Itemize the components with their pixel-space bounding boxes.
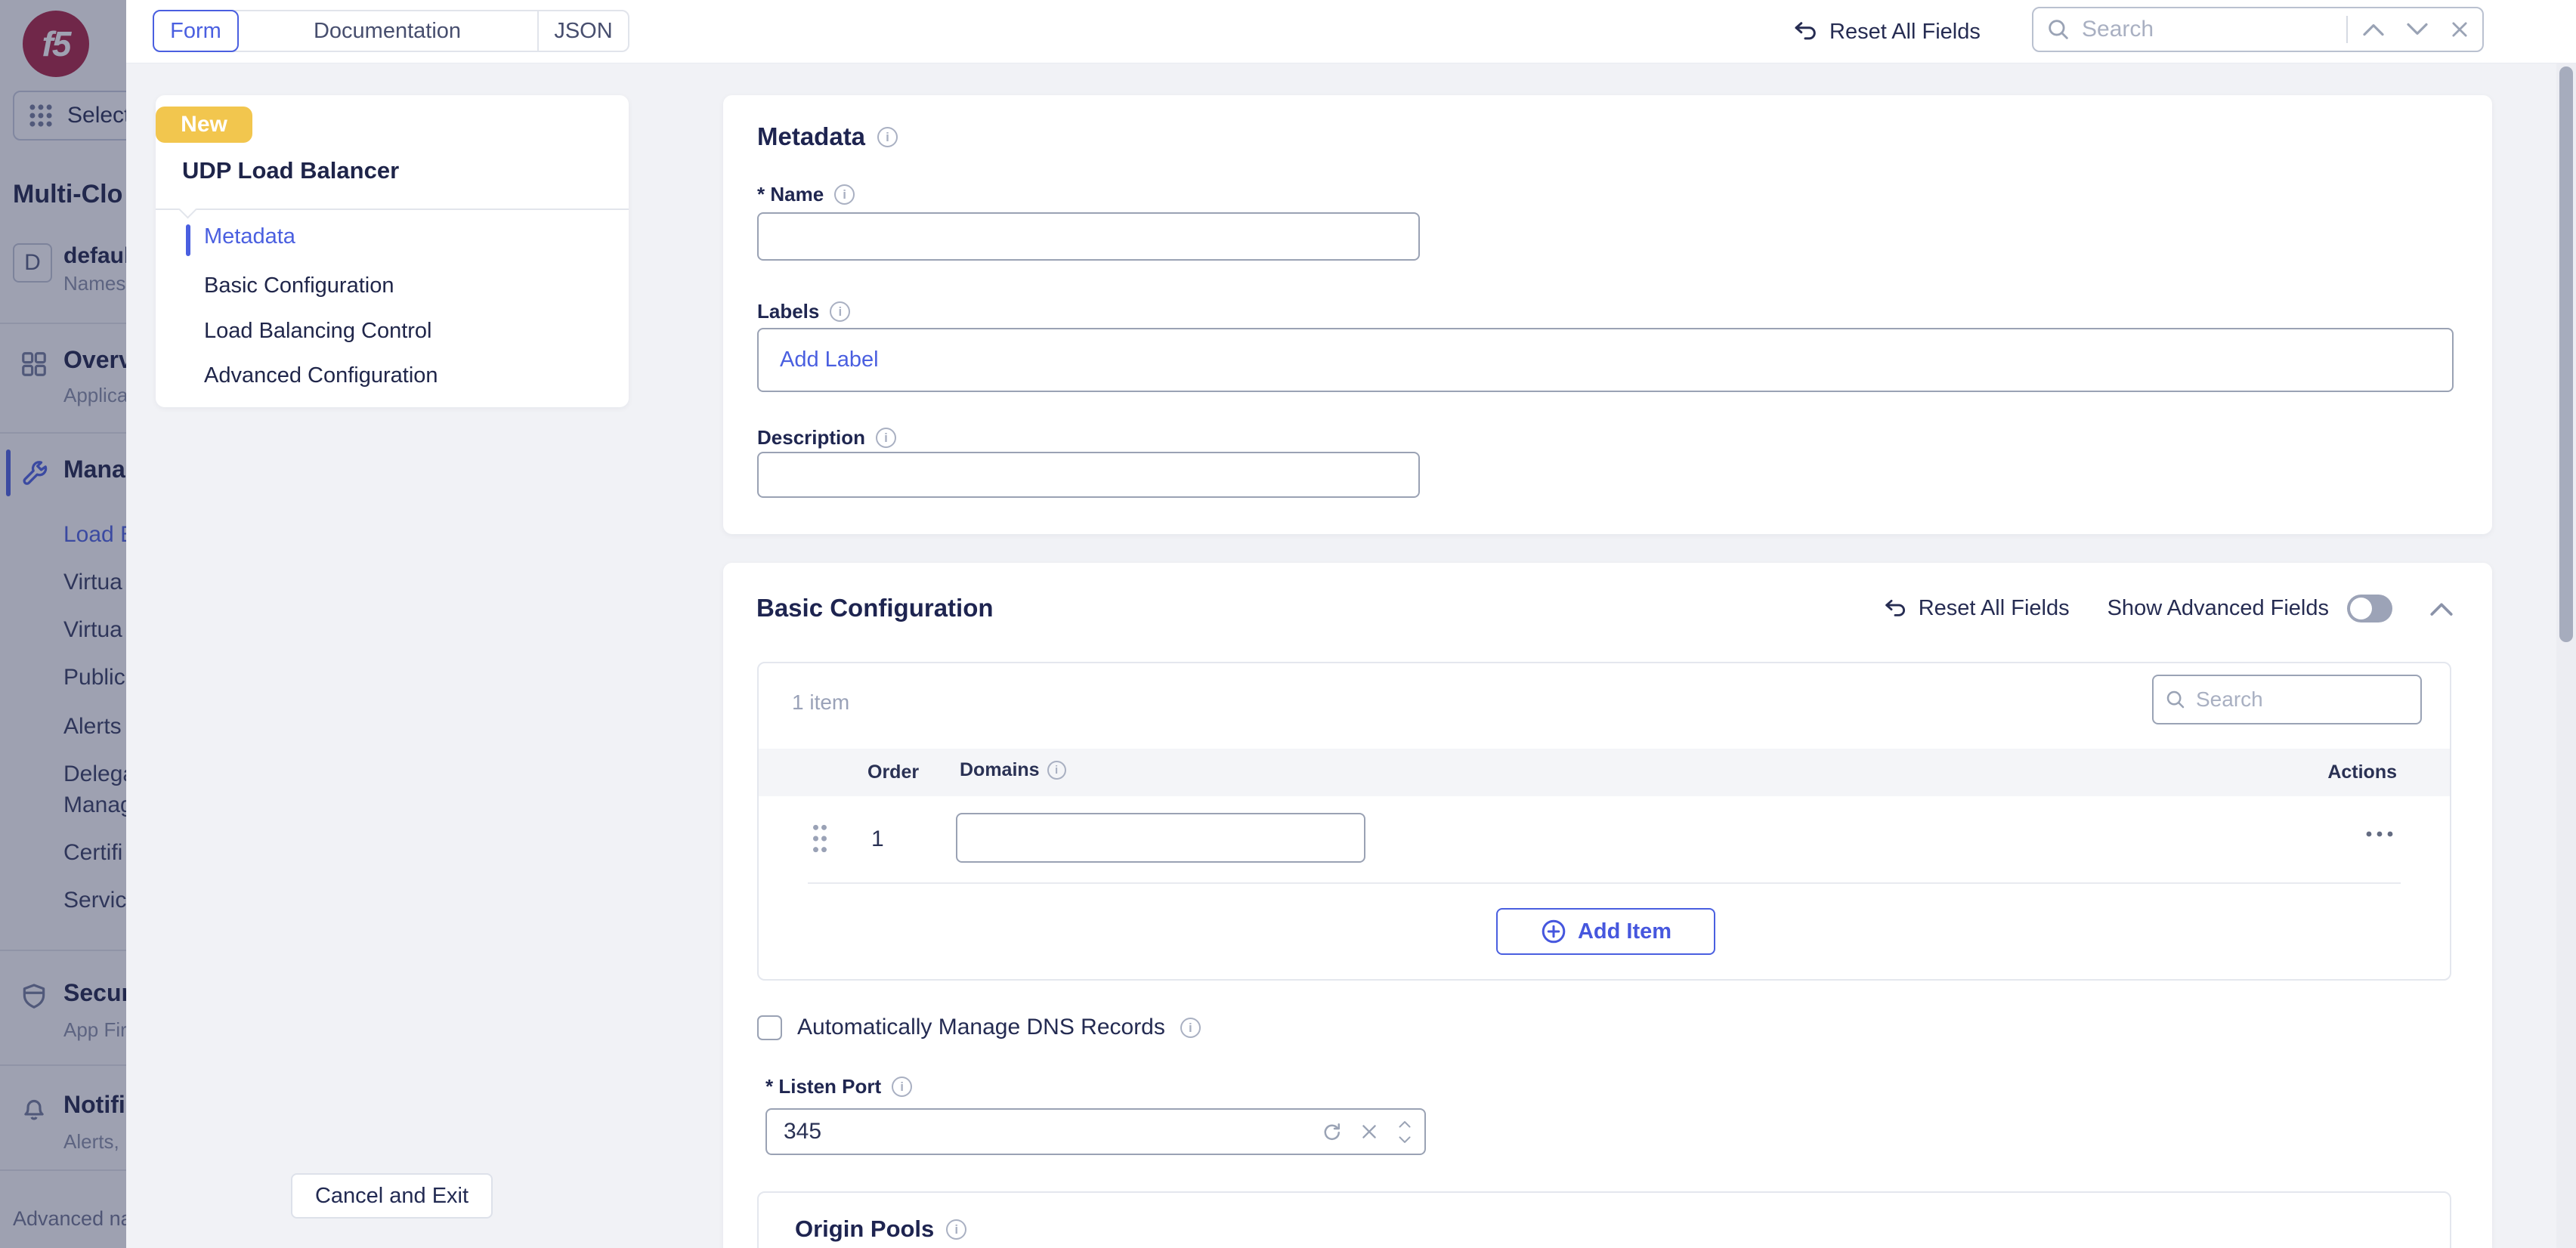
page-scrollbar-thumb[interactable]	[2559, 66, 2573, 642]
row-actions-menu-icon[interactable]	[2364, 829, 2395, 839]
origin-pools-panel: Origin Pools i	[757, 1191, 2451, 1248]
description-info-icon[interactable]: i	[876, 428, 896, 448]
add-item-button[interactable]: Add Item	[1496, 908, 1715, 955]
wizard-panel: New UDP Load Balancer Metadata Basic Con…	[156, 95, 629, 407]
metadata-section-title: Metadata	[757, 122, 865, 151]
undo-icon	[1882, 596, 1908, 622]
domains-items-panel: 1 item Order Domains i Actions	[757, 662, 2451, 981]
page-scrollbar-track[interactable]	[2556, 63, 2576, 1248]
manage-dns-info-icon[interactable]: i	[1180, 1018, 1201, 1038]
description-input[interactable]	[757, 452, 1420, 498]
stepper-up-icon[interactable]	[1396, 1119, 1414, 1129]
show-advanced-fields-toggle[interactable]	[2347, 595, 2392, 622]
wizard-step-metadata[interactable]: Metadata	[204, 224, 295, 249]
name-input[interactable]	[757, 212, 1420, 261]
plus-circle-icon	[1540, 918, 1567, 945]
item-count-label: 1 item	[792, 690, 849, 715]
search-clear-x-icon[interactable]	[2449, 19, 2470, 40]
metadata-info-icon[interactable]: i	[877, 127, 898, 147]
drag-handle-icon[interactable]	[810, 822, 830, 855]
manage-dns-label: Automatically Manage DNS Records	[797, 1015, 1165, 1040]
clear-value-x-icon[interactable]	[1359, 1122, 1379, 1141]
cancel-and-exit-button[interactable]: Cancel and Exit	[291, 1173, 493, 1219]
search-icon	[2164, 688, 2187, 711]
labels-input[interactable]: Add Label	[757, 328, 2454, 392]
section-reset-all-fields-button[interactable]: Reset All Fields	[1882, 596, 2070, 622]
domain-input[interactable]	[956, 813, 1365, 863]
metadata-section: Metadata i * Name i Labels i Add Label D…	[723, 95, 2492, 534]
listen-port-info-icon[interactable]: i	[892, 1077, 912, 1097]
column-order: Order	[867, 761, 919, 783]
toggle-knob	[2350, 598, 2372, 619]
wizard-divider	[156, 209, 629, 210]
wizard-title: UDP Load Balancer	[182, 157, 399, 184]
tab-form[interactable]: Form	[153, 10, 239, 52]
search-divider	[2346, 16, 2348, 43]
column-domains: Domains	[960, 759, 1040, 781]
domains-search-input[interactable]	[2196, 687, 2410, 712]
column-actions: Actions	[2327, 761, 2397, 783]
reset-all-fields-button[interactable]: Reset All Fields	[1792, 0, 1981, 63]
manage-dns-checkbox[interactable]	[757, 1015, 782, 1040]
domain-table-row: 1	[759, 796, 2450, 882]
tab-documentation[interactable]: Documentation	[237, 11, 537, 51]
domains-search-box	[2152, 675, 2422, 724]
stepper-down-icon[interactable]	[1396, 1135, 1414, 1145]
modal-top-bar: Form Documentation JSON Reset All Fields	[126, 0, 2576, 63]
undo-icon	[1792, 18, 1819, 45]
name-info-icon[interactable]: i	[834, 184, 855, 205]
row-order-value: 1	[871, 826, 884, 852]
add-label-button[interactable]: Add Label	[780, 348, 879, 372]
domains-table-header: Order Domains i Actions	[759, 749, 2450, 796]
section-reset-all-fields-label: Reset All Fields	[1919, 596, 2070, 621]
listen-port-field	[765, 1108, 1426, 1155]
global-search-box	[2032, 7, 2484, 52]
collapse-section-chevron-up-icon[interactable]	[2429, 600, 2454, 618]
origin-pools-title: Origin Pools	[795, 1216, 934, 1243]
tab-json[interactable]: JSON	[537, 11, 628, 51]
name-field-label: * Name	[757, 183, 824, 206]
domains-info-icon[interactable]: i	[1047, 761, 1066, 780]
row-divider	[808, 882, 2401, 884]
wizard-active-indicator	[186, 224, 190, 256]
origin-pools-info-icon[interactable]: i	[946, 1219, 966, 1240]
add-item-label: Add Item	[1578, 919, 1671, 944]
wizard-step-load-balancing-control[interactable]: Load Balancing Control	[204, 319, 431, 344]
description-field-label: Description	[757, 426, 865, 449]
modal-content-area: New UDP Load Balancer Metadata Basic Con…	[126, 63, 2556, 1248]
listen-port-label: * Listen Port	[765, 1075, 881, 1098]
new-badge: New	[156, 107, 252, 143]
labels-field-label: Labels	[757, 300, 819, 323]
wizard-step-basic-configuration[interactable]: Basic Configuration	[204, 273, 394, 298]
reset-value-icon[interactable]	[1320, 1120, 1343, 1143]
wizard-step-advanced-configuration[interactable]: Advanced Configuration	[204, 363, 438, 388]
search-input[interactable]	[2082, 17, 2333, 42]
basic-configuration-title: Basic Configuration	[756, 594, 994, 622]
search-next-chevron-down-icon[interactable]	[2405, 21, 2429, 38]
basic-configuration-section: Basic Configuration Reset All Fields Sho…	[723, 563, 2492, 1248]
reset-all-fields-label: Reset All Fields	[1829, 20, 1981, 45]
search-prev-chevron-up-icon[interactable]	[2361, 21, 2386, 38]
wizard-divider-notch	[178, 200, 196, 218]
labels-info-icon[interactable]: i	[830, 301, 850, 322]
number-stepper[interactable]	[1396, 1119, 1414, 1145]
search-icon	[2046, 17, 2071, 42]
show-advanced-fields-label: Show Advanced Fields	[2107, 596, 2329, 621]
sidebar-dim-overlay	[0, 0, 126, 1248]
view-mode-tabs: Form Documentation JSON	[153, 10, 629, 52]
